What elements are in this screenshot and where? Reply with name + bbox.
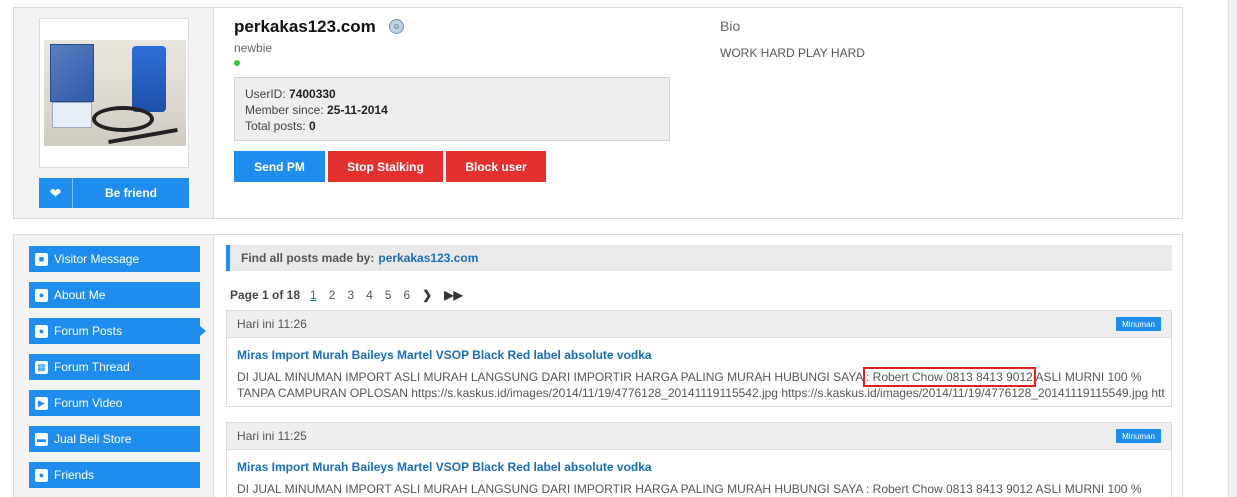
member-since-value: 25-11-2014	[327, 103, 388, 117]
user-rank: newbie	[234, 41, 273, 55]
profile-sidebar: ❤ Be friend	[14, 8, 214, 218]
user-badge-icon: ☺	[389, 19, 404, 34]
pagination: Page 1 of 18 1 2 3 4 5 6 ❯ ▶▶	[230, 288, 475, 302]
about-icon: ●	[35, 288, 48, 302]
online-status-indicator	[234, 60, 240, 66]
page-link-1[interactable]: 1	[310, 288, 317, 302]
video-icon: ▶	[35, 396, 48, 410]
post-item: Hari ini 11:25 Minuman Miras Import Mura…	[226, 422, 1172, 497]
sidebar-item-friends[interactable]: ● Friends	[29, 462, 200, 488]
thread-icon: ▦	[35, 360, 48, 374]
post-item: Hari ini 11:26 Minuman Miras Import Mura…	[226, 310, 1172, 407]
be-friend-button[interactable]: ❤ Be friend	[39, 178, 189, 208]
avatar	[39, 18, 189, 168]
highlighted-contact: : Robert Chow 0813 8413 9012	[863, 367, 1036, 387]
sidebar-item-jual-beli-store[interactable]: ▬ Jual Beli Store	[29, 426, 200, 452]
page-link-4[interactable]: 4	[366, 288, 373, 302]
heart-icon: ❤	[39, 178, 73, 208]
category-tag[interactable]: Minuman	[1116, 429, 1161, 443]
page-link-2[interactable]: 2	[329, 288, 336, 302]
member-since-row: Member since: 25-11-2014	[245, 103, 388, 117]
message-icon: ■	[35, 252, 48, 266]
page-link-3[interactable]: 3	[347, 288, 354, 302]
sidebar-item-about-me[interactable]: ● About Me	[29, 282, 200, 308]
sidebar-item-forum-thread[interactable]: ▦ Forum Thread	[29, 354, 200, 380]
total-posts-value: 0	[309, 119, 316, 133]
profile-card: ❤ Be friend perkakas123.com ☺ newbie Use…	[13, 7, 1183, 219]
find-posts-header: Find all posts made by: perkakas123.com	[226, 245, 1172, 271]
category-tag[interactable]: Minuman	[1116, 317, 1161, 331]
post-title-link[interactable]: Miras Import Murah Baileys Martel VSOP B…	[237, 348, 1161, 362]
sidebar-item-visitor-message[interactable]: ■ Visitor Message	[29, 246, 200, 272]
post-time: Hari ini 11:26	[237, 317, 307, 331]
page-link-6[interactable]: 6	[403, 288, 410, 302]
block-user-button[interactable]: Block user	[446, 151, 546, 182]
post-header: Hari ini 11:26 Minuman	[227, 311, 1171, 338]
send-pm-button[interactable]: Send PM	[234, 151, 325, 182]
last-page-icon[interactable]: ▶▶	[444, 288, 462, 302]
page-scrollbar[interactable]	[1228, 0, 1237, 497]
total-posts-row: Total posts: 0	[245, 119, 316, 133]
post-excerpt: DI JUAL MINUMAN IMPORT ASLI MURAH LANGSU…	[237, 482, 1142, 496]
profile-nav: ■ Visitor Message ● About Me ● Forum Pos…	[14, 235, 214, 497]
next-page-icon[interactable]: ❯	[422, 288, 432, 302]
post-header: Hari ini 11:25 Minuman	[227, 423, 1171, 450]
post-excerpt: DI JUAL MINUMAN IMPORT ASLI MURAH LANGSU…	[237, 367, 1165, 400]
stop-stalking-button[interactable]: Stop Stalking	[328, 151, 443, 182]
be-friend-label: Be friend	[104, 186, 157, 200]
find-user-link[interactable]: perkakas123.com	[378, 251, 478, 265]
user-id-row: UserID: 7400330	[245, 87, 336, 101]
sidebar-item-forum-video[interactable]: ▶ Forum Video	[29, 390, 200, 416]
bio-heading: Bio	[720, 18, 741, 34]
cart-icon: ▬	[35, 432, 48, 446]
profile-stats-box: UserID: 7400330 Member since: 25-11-2014…	[234, 77, 670, 141]
profile-content: ■ Visitor Message ● About Me ● Forum Pos…	[13, 234, 1183, 497]
user-id-value: 7400330	[289, 87, 336, 101]
bio-text: WORK HARD PLAY HARD	[720, 46, 865, 60]
post-time: Hari ini 11:25	[237, 429, 307, 443]
sidebar-item-forum-posts[interactable]: ● Forum Posts	[29, 318, 206, 344]
page-info: Page 1 of 18	[230, 288, 301, 302]
avatar-image	[44, 40, 186, 146]
chat-bubble-icon: ●	[35, 324, 48, 338]
profile-username: perkakas123.com	[234, 17, 376, 36]
friend-icon: ●	[35, 468, 48, 482]
page-link-5[interactable]: 5	[385, 288, 392, 302]
post-title-link[interactable]: Miras Import Murah Baileys Martel VSOP B…	[237, 460, 1161, 474]
